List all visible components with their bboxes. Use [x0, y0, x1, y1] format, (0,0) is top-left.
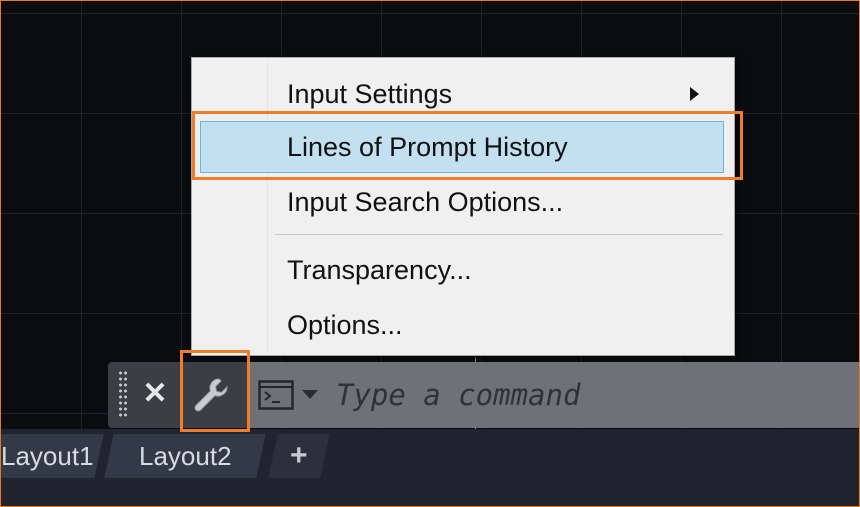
tab-layout2[interactable]: Layout2 [104, 434, 266, 478]
tab-label: Layout2 [138, 441, 232, 471]
menu-item-lines-of-prompt-history[interactable]: Lines of Prompt History [200, 121, 724, 173]
menu-separator [275, 234, 723, 235]
layout-tab-bar: Layout1 Layout2 + [0, 429, 859, 506]
plus-icon: + [290, 439, 308, 472]
menu-item-input-search-options[interactable]: Input Search Options... [200, 176, 724, 228]
command-line-input-area[interactable] [250, 362, 859, 428]
menu-item-label: Input Settings [287, 79, 453, 109]
close-icon[interactable]: ✕ [140, 378, 170, 410]
menu-item-label: Lines of Prompt History [287, 132, 568, 162]
menu-item-label: Transparency... [287, 255, 472, 285]
submenu-arrow-icon [690, 87, 699, 101]
menu-item-label: Input Search Options... [287, 187, 564, 217]
grip-handle-icon[interactable] [118, 370, 128, 418]
command-line-context-menu: Input Settings Lines of Prompt History I… [191, 57, 735, 356]
menu-item-label: Options... [287, 310, 403, 340]
menu-item-input-settings[interactable]: Input Settings [200, 68, 724, 120]
wrench-icon[interactable] [190, 374, 232, 416]
add-layout-button[interactable]: + [268, 434, 330, 478]
command-input[interactable] [334, 374, 838, 416]
dropdown-arrow-icon[interactable] [302, 390, 318, 399]
menu-item-transparency[interactable]: Transparency... [200, 244, 724, 296]
tab-label: Layout1 [0, 441, 94, 471]
tab-layout1[interactable]: Layout1 [0, 434, 104, 478]
terminal-icon[interactable] [258, 380, 294, 410]
menu-item-options[interactable]: Options... [200, 299, 724, 351]
